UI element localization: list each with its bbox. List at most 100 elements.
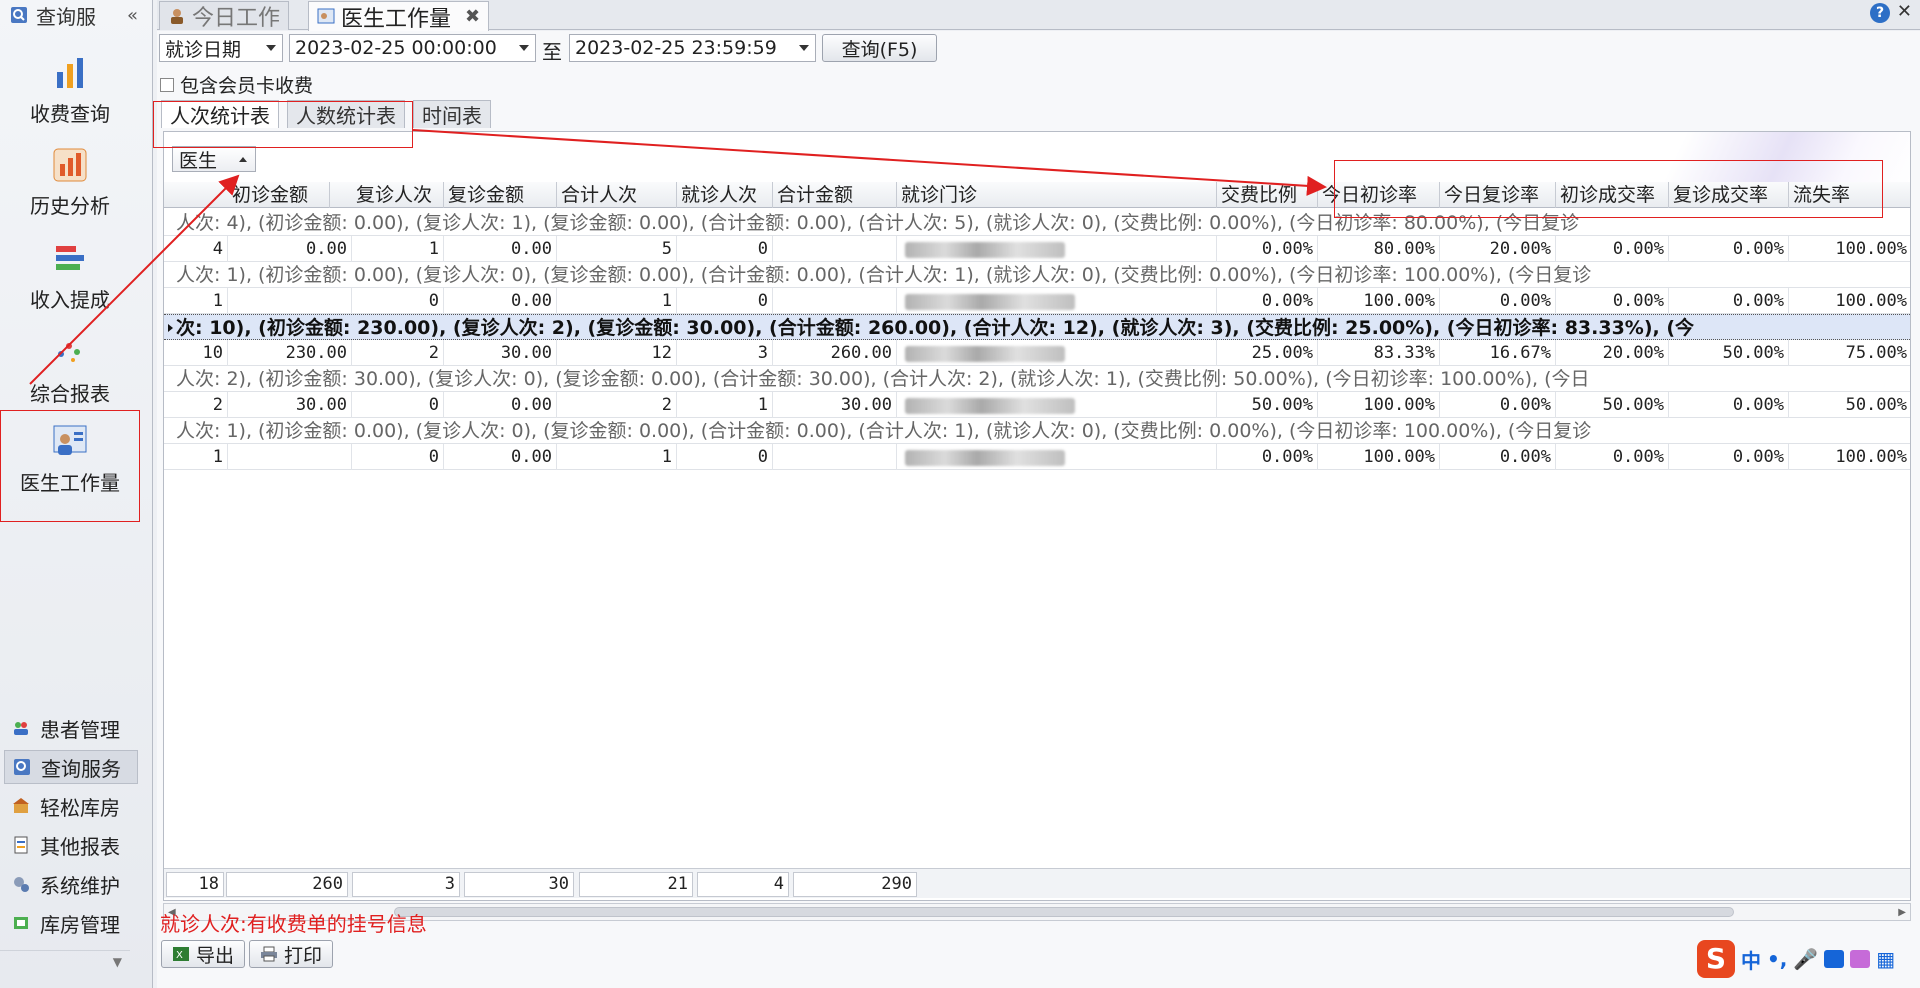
sidebar-item-storage-management[interactable]: 库房管理: [4, 906, 138, 940]
scroll-right-icon[interactable]: ▶: [1898, 907, 1906, 918]
column-header[interactable]: 流失率: [1789, 182, 1910, 208]
current-row-indicator-icon: [168, 324, 173, 332]
column-header[interactable]: 今日初诊率: [1318, 182, 1440, 208]
group-by-doctor-chip[interactable]: 医生: [172, 146, 256, 172]
query-icon: [11, 7, 27, 23]
table-cell: 0: [352, 392, 444, 418]
sidebar-title: 查询服: [36, 4, 96, 29]
table-cell: 30.00: [444, 340, 557, 366]
column-header[interactable]: 就诊人次: [677, 182, 773, 208]
table-cell: [228, 288, 352, 314]
ime-mode[interactable]: 中: [1741, 945, 1761, 974]
sidebar-item-label: 患者管理: [40, 717, 120, 742]
column-header[interactable]: 就诊门诊: [897, 182, 1217, 208]
sidebar-item-easy-warehouse[interactable]: 轻松库房: [4, 789, 138, 823]
column-header[interactable]: 今日复诊率: [1440, 182, 1556, 208]
toolbox-icon[interactable]: ▦: [1876, 947, 1895, 971]
column-header[interactable]: 复诊金额: [444, 182, 557, 208]
collapse-sidebar-icon[interactable]: «: [127, 5, 138, 26]
microphone-icon[interactable]: 🎤: [1793, 947, 1818, 971]
group-summary-row[interactable]: 次: 10), (初诊金额: 230.00), (复诊人次: 2), (复诊金额…: [164, 314, 1910, 340]
svg-text:X: X: [176, 950, 183, 961]
table-cell: 0: [677, 444, 773, 470]
table-row[interactable]: 1 0 0.00 1 0 0.00% 100.00% 0.00% 0.00% 0.00% 100.0…: [164, 288, 1910, 314]
keyboard-icon[interactable]: [1824, 950, 1845, 968]
column-header[interactable]: 交费比例: [1217, 182, 1318, 208]
member-card-checkbox[interactable]: 包含会员卡收费: [160, 71, 313, 98]
column-header[interactable]: 初诊成交率: [1556, 182, 1669, 208]
sidebar-item-patient-management[interactable]: 患者管理: [4, 711, 138, 745]
checkbox-box[interactable]: [160, 77, 174, 92]
group-summary-text: 人次: 4), (初诊金额: 0.00), (复诊人次: 1), (复诊金额: …: [176, 212, 1580, 234]
close-tab-icon[interactable]: ✖: [465, 6, 480, 27]
checkbox-label: 包含会员卡收费: [180, 75, 314, 97]
sidebar-item-history-analysis[interactable]: 历史分析: [0, 146, 140, 238]
close-icon[interactable]: ✕: [1897, 1, 1912, 22]
sidebar-item-other-reports[interactable]: 其他报表: [4, 828, 138, 862]
export-button[interactable]: X 导出: [161, 940, 245, 968]
group-summary-row[interactable]: 人次: 1), (初诊金额: 0.00), (复诊人次: 0), (复诊金额: …: [164, 262, 1910, 288]
end-datetime-input[interactable]: 2023-02-25 23:59:59: [569, 34, 816, 62]
table-row[interactable]: 4 0.00 1 0.00 5 0 0.00% 80.00% 20.00% 0.00% 0.00% 1…: [164, 236, 1910, 262]
group-summary-row[interactable]: 人次: 1), (初诊金额: 0.00), (复诊人次: 0), (复诊金额: …: [164, 418, 1910, 444]
group-summary-row[interactable]: 人次: 4), (初诊金额: 0.00), (复诊人次: 1), (复诊金额: …: [164, 210, 1910, 236]
tab-today-work[interactable]: 今日工作: [159, 1, 290, 31]
table-cell: 0.00%: [1440, 444, 1556, 470]
table-cell: 0.00%: [1440, 288, 1556, 314]
column-header[interactable]: 合计人次: [557, 182, 677, 208]
sidebar-item-query-service[interactable]: 查询服务: [4, 750, 138, 784]
table-cell: 100.00%: [1789, 444, 1910, 470]
column-header[interactable]: 复诊人次: [352, 182, 444, 208]
table-cell: 20.00%: [1440, 236, 1556, 262]
table-row[interactable]: 2 30.00 0 0.00 2 1 30.00 50.00% 100.00% 0.00% 50.0…: [164, 392, 1910, 418]
tab-doctor-workload[interactable]: 医生工作量 ✖: [308, 1, 490, 32]
table-cell: 5: [557, 236, 677, 262]
table-row[interactable]: 10 230.00 2 30.00 12 3 260.00 25.00% 83.33% 16.67…: [164, 340, 1910, 366]
print-button[interactable]: 打印: [249, 940, 333, 968]
chevron-down-icon: [799, 45, 809, 51]
table-cell: 83.33%: [1318, 340, 1440, 366]
table-cell: 3: [677, 340, 773, 366]
tab-time-table[interactable]: 时间表: [413, 100, 491, 128]
table-cell: 30.00: [773, 392, 897, 418]
table-cell: 12: [557, 340, 677, 366]
sidebar-header: 查询服 «: [0, 0, 152, 30]
help-icon[interactable]: ?: [1870, 3, 1890, 23]
chevron-down-icon[interactable]: ▼: [113, 955, 122, 969]
query-button[interactable]: 查询(F5): [822, 34, 937, 62]
group-summary-text: 次: 10), (初诊金额: 230.00), (复诊人次: 2), (复诊金额…: [176, 317, 1695, 339]
sogou-logo-icon[interactable]: S: [1697, 940, 1735, 978]
group-summary-row[interactable]: 人次: 2), (初诊金额: 30.00), (复诊人次: 0), (复诊金额:…: [164, 366, 1910, 392]
column-header[interactable]: 复诊成交率: [1669, 182, 1789, 208]
table-cell: 1: [677, 392, 773, 418]
sidebar-item-income-commission[interactable]: 收入提成: [0, 240, 140, 332]
skin-icon[interactable]: [1850, 950, 1871, 968]
start-datetime-input[interactable]: 2023-02-25 00:00:00: [289, 34, 536, 62]
group-summary-text: 人次: 2), (初诊金额: 30.00), (复诊人次: 0), (复诊金额:…: [176, 368, 1590, 390]
sidebar-item-system-maintenance[interactable]: 系统维护: [4, 867, 138, 901]
doctor-workload-icon: [317, 8, 335, 23]
scrollbar-thumb[interactable]: [394, 907, 1734, 917]
date-type-select[interactable]: 就诊日期: [159, 34, 283, 62]
table-row[interactable]: 1 0 0.00 1 0 0.00% 100.00% 0.00% 0.00% 0.00% 100.0…: [164, 444, 1910, 470]
redacted-clinic-name: [905, 294, 1075, 310]
sidebar-item-label: 其他报表: [40, 834, 120, 859]
punctuation-icon[interactable]: •,: [1767, 947, 1787, 971]
table-cell: 2: [352, 340, 444, 366]
table-cell: [897, 444, 1217, 470]
column-header[interactable]: 合计金额: [773, 182, 897, 208]
sidebar-item-label: 库房管理: [40, 912, 120, 937]
column-header[interactable]: 初诊金额: [228, 182, 330, 208]
table-cell: 0.00: [444, 236, 557, 262]
tab-patient-count[interactable]: 人数统计表: [287, 100, 405, 128]
total-cell: 260: [226, 872, 348, 897]
table-cell: 1: [352, 236, 444, 262]
table-cell: 0.00: [444, 444, 557, 470]
query-service-icon: [14, 759, 30, 775]
total-cell: 290: [793, 872, 917, 897]
sidebar-item-doctor-workload[interactable]: 医生工作量: [0, 410, 140, 522]
table-cell: 0.00%: [1556, 236, 1669, 262]
table-cell: [897, 288, 1217, 314]
tab-visit-count[interactable]: 人次统计表: [161, 100, 279, 128]
sidebar-item-fee-query[interactable]: 收费查询: [0, 54, 140, 146]
